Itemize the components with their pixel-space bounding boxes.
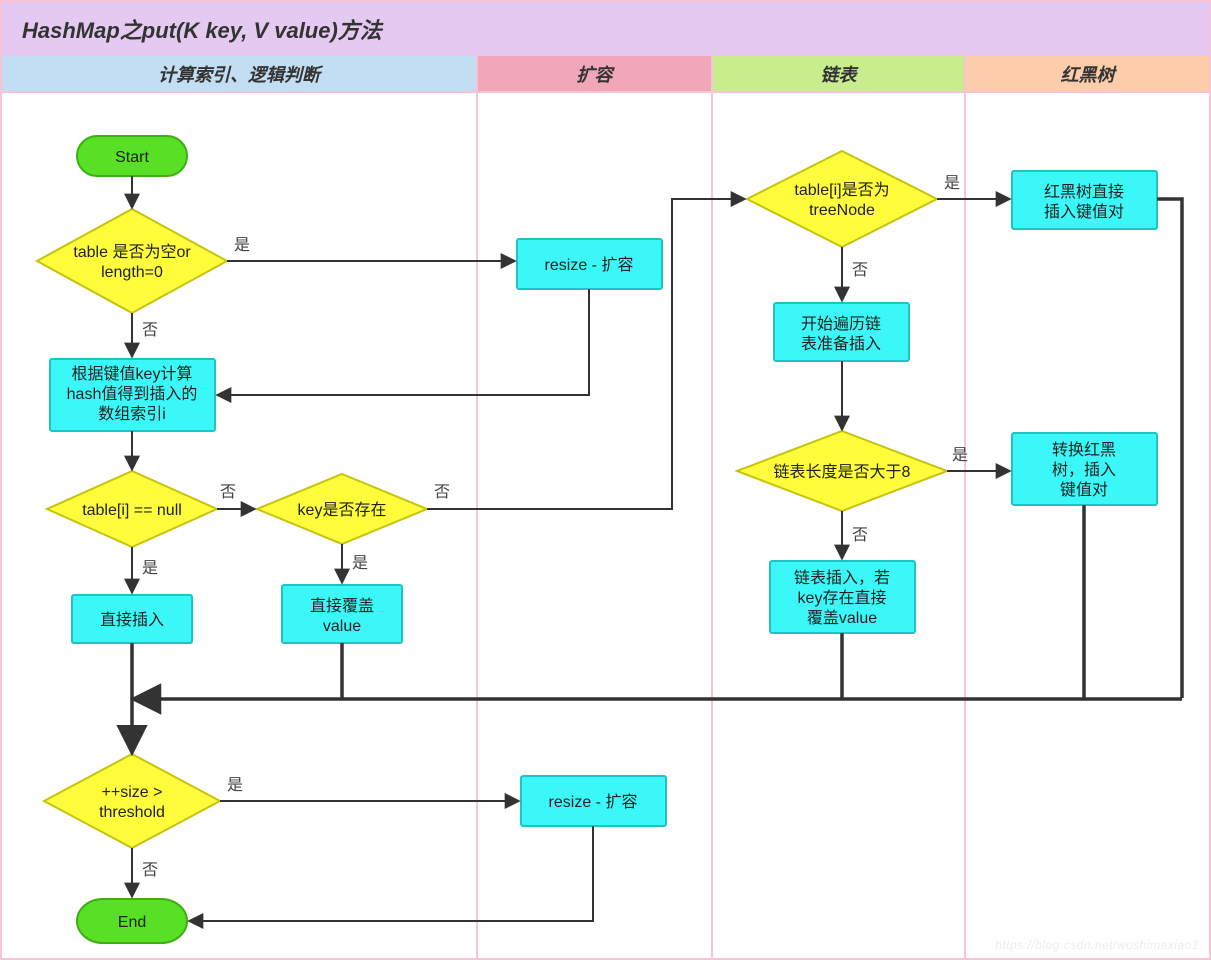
svg-text:否: 否 <box>852 262 868 279</box>
node-d-table-empty: table 是否为空or length=0 <box>37 209 227 313</box>
svg-text:是: 是 <box>227 777 243 794</box>
swimlane-header-logic: 计算索引、逻辑判断 <box>2 56 478 91</box>
svg-text:resize - 扩容: resize - 扩容 <box>545 256 634 274</box>
title-bar: HashMap之put(K key, V value)方法 <box>2 2 1209 58</box>
svg-text:转换红黑: 转换红黑 <box>1052 441 1116 459</box>
node-p-resize2: resize - 扩容 <box>521 776 666 826</box>
svg-text:table 是否为空or: table 是否为空or <box>73 243 191 261</box>
node-d-key-exist: key是否存在 <box>257 474 427 544</box>
svg-text:覆盖value: 覆盖value <box>807 609 877 627</box>
node-p-compute-index: 根据键值key计算 hash值得到插入的 数组索引i <box>50 359 215 431</box>
svg-text:否: 否 <box>142 862 158 879</box>
node-p-direct-insert: 直接插入 <box>72 595 192 643</box>
svg-text:table[i] == null: table[i] == null <box>82 502 182 519</box>
svg-text:直接覆盖: 直接覆盖 <box>310 597 374 615</box>
svg-text:链表插入，若: 链表插入，若 <box>794 569 890 587</box>
svg-text:否: 否 <box>852 527 868 544</box>
svg-text:否: 否 <box>434 484 450 501</box>
svg-text:是: 是 <box>142 560 158 577</box>
swimlane-headers: 计算索引、逻辑判断 扩容 链表 红黑树 <box>2 56 1209 93</box>
swimlane-header-rbtree: 红黑树 <box>966 56 1209 91</box>
node-p-rb-insert: 红黑树直接 插入键值对 <box>1012 171 1157 229</box>
swimlane-header-resize: 扩容 <box>478 56 713 91</box>
svg-text:hash值得到插入的: hash值得到插入的 <box>67 385 198 403</box>
svg-text:树，插入: 树，插入 <box>1052 461 1116 479</box>
svg-text:否: 否 <box>220 484 236 501</box>
svg-text:Start: Start <box>115 149 149 166</box>
svg-text:++size >: ++size > <box>102 784 163 801</box>
svg-text:直接插入: 直接插入 <box>100 611 164 629</box>
svg-text:threshold: threshold <box>99 804 165 821</box>
swimlane-header-list: 链表 <box>713 56 966 91</box>
svg-text:是: 是 <box>352 555 368 572</box>
diagram-frame: HashMap之put(K key, V value)方法 计算索引、逻辑判断 … <box>0 0 1211 960</box>
svg-text:键值对: 键值对 <box>1060 481 1108 499</box>
svg-text:表准备插入: 表准备插入 <box>801 335 881 353</box>
svg-text:数组索引i: 数组索引i <box>98 405 166 423</box>
svg-text:是: 是 <box>952 447 968 464</box>
node-start: Start <box>77 136 187 176</box>
svg-text:length=0: length=0 <box>101 264 163 281</box>
svg-text:table[i]是否为: table[i]是否为 <box>794 181 889 199</box>
svg-text:否: 否 <box>142 322 158 339</box>
svg-text:开始遍历链: 开始遍历链 <box>801 315 881 333</box>
flowchart-canvas: Start table 是否为空or length=0 resize - 扩容 … <box>2 91 1209 960</box>
svg-text:End: End <box>118 914 146 931</box>
page-title: HashMap之put(K key, V value)方法 <box>22 13 382 45</box>
node-p-to-rb: 转换红黑 树，插入 键值对 <box>1012 433 1157 505</box>
svg-text:链表长度是否大于8: 链表长度是否大于8 <box>774 463 911 481</box>
node-d-len-gt8: 链表长度是否大于8 <box>737 431 947 511</box>
svg-text:插入键值对: 插入键值对 <box>1044 203 1124 221</box>
node-p-begin-traverse: 开始遍历链 表准备插入 <box>774 303 909 361</box>
svg-text:红黑树直接: 红黑树直接 <box>1044 183 1124 201</box>
node-d-table-i-null: table[i] == null <box>47 471 217 547</box>
svg-text:treeNode: treeNode <box>809 202 875 219</box>
node-d-is-treenode: table[i]是否为 treeNode <box>747 151 937 247</box>
svg-text:key是否存在: key是否存在 <box>298 501 387 519</box>
svg-text:value: value <box>323 618 361 635</box>
node-d-size-threshold: ++size > threshold <box>44 754 220 848</box>
node-end: End <box>77 899 187 943</box>
node-p-override-value: 直接覆盖 value <box>282 585 402 643</box>
watermark: https://blog.csdn.net/woshimaxiao1 <box>995 938 1199 952</box>
svg-text:resize - 扩容: resize - 扩容 <box>549 793 638 811</box>
svg-text:是: 是 <box>234 237 250 254</box>
node-p-list-insert: 链表插入，若 key存在直接 覆盖value <box>770 561 915 633</box>
svg-text:根据键值key计算: 根据键值key计算 <box>72 364 193 383</box>
node-p-resize1: resize - 扩容 <box>517 239 662 289</box>
svg-text:是: 是 <box>944 175 960 192</box>
svg-text:key存在直接: key存在直接 <box>798 589 887 607</box>
